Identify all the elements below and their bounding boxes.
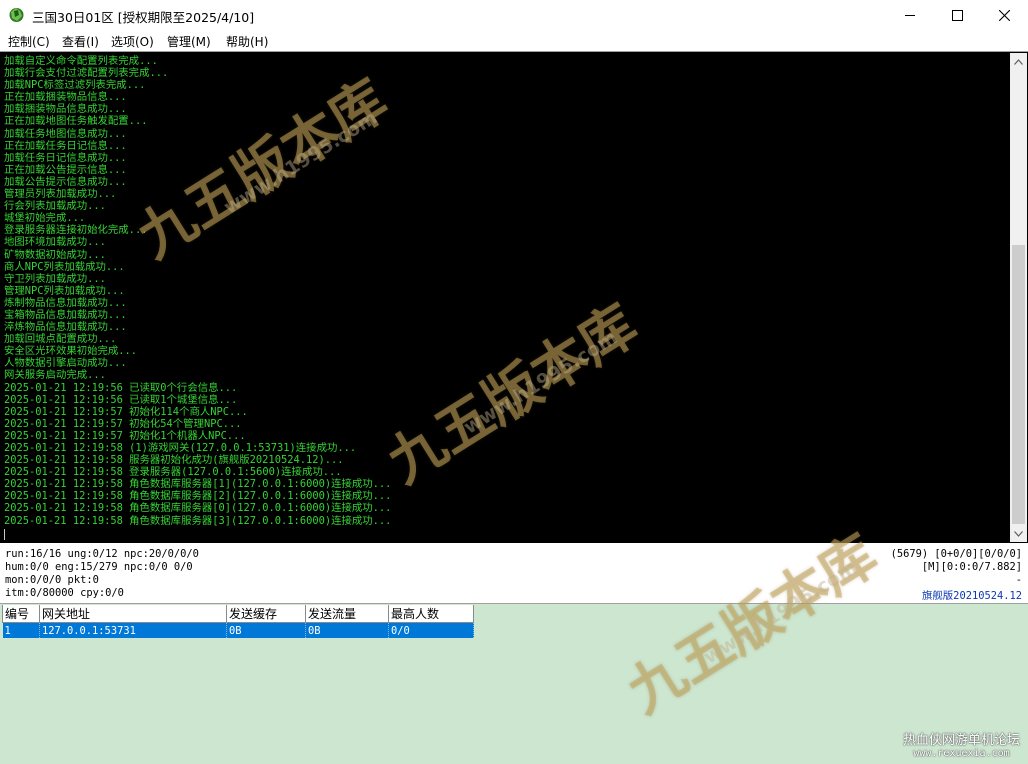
menu-bar: 控制(C) 查看(I) 选项(O) 管理(M) 帮助(H) bbox=[0, 30, 1028, 51]
cell-send-cache: 0B bbox=[226, 622, 306, 638]
console-line: 安全区光环效果初始完成... bbox=[4, 345, 138, 358]
status-connections: (5679) [0+0/0][0/0/0] bbox=[890, 548, 1022, 560]
menu-control[interactable]: 控制(C) bbox=[8, 33, 50, 50]
console-line: 正在加载捆装物品信息... bbox=[4, 91, 127, 104]
console-line: 正在加载任务日记信息... bbox=[4, 139, 127, 152]
console-line: 加载自定义命令配置列表完成... bbox=[4, 55, 158, 67]
vertical-scrollbar[interactable] bbox=[1010, 53, 1027, 542]
col-id[interactable]: 编号 bbox=[2, 605, 40, 623]
maximize-icon bbox=[951, 9, 963, 21]
console-panel: 加载自定义命令配置列表完成... 加载行会支付过滤配置列表完成... 加载NPC标签… bbox=[0, 51, 1028, 543]
console-line: 2025-01-21 12:19:57 初始化54个管理NPC... bbox=[4, 417, 242, 430]
console-line: 2025-01-21 12:19:57 初始化1个机器人NPC... bbox=[4, 429, 246, 442]
console-line: 2025-01-21 12:19:56 已读取1个城堡信息... bbox=[4, 393, 238, 406]
minimize-icon bbox=[905, 15, 915, 16]
menu-help[interactable]: 帮助(H) bbox=[226, 33, 268, 50]
maximize-button[interactable] bbox=[934, 0, 980, 30]
console-line: 加载任务地图信息成功... bbox=[4, 127, 127, 140]
cell-max-users: 0/0 bbox=[388, 622, 474, 638]
cell-address: 127.0.0.1:53731 bbox=[39, 622, 227, 638]
console-line: 登录服务器连接初始化完成... bbox=[4, 224, 148, 237]
app-icon bbox=[8, 6, 25, 23]
status-hum: hum:0/0 eng:15/279 npc:0/0 0/0 bbox=[5, 561, 193, 573]
console-line: 加载任务日记信息成功... bbox=[4, 151, 127, 164]
chevron-up-icon bbox=[1014, 58, 1023, 65]
console-line: 2025-01-21 12:19:58 (1)游戏网关(127.0.0.1:53… bbox=[4, 442, 357, 454]
console-line: 2025-01-21 12:19:58 服务器初始化成功(旗舰版20210524… bbox=[4, 454, 344, 467]
status-dash: - bbox=[1015, 574, 1022, 586]
col-address[interactable]: 网关地址 bbox=[39, 605, 227, 623]
console-line: 地图环境加载成功... bbox=[4, 236, 106, 249]
table-row[interactable]: 1 127.0.0.1:53731 0B 0B 0/0 bbox=[2, 622, 474, 638]
menu-options[interactable]: 选项(O) bbox=[111, 33, 154, 50]
corner-watermark-name: 热血侠网游单机论坛 bbox=[902, 733, 1020, 748]
console-line: 2025-01-21 12:19:58 角色数据库服务器[0](127.0.0.… bbox=[4, 502, 392, 515]
console-line: 行会列表加载成功... bbox=[4, 200, 106, 213]
console-line: 2025-01-21 12:19:57 初始化114个商人NPC... bbox=[4, 405, 248, 418]
console-line: 加载捆装物品信息成功... bbox=[4, 103, 127, 116]
console-line: 加载公告提示信息成功... bbox=[4, 175, 127, 188]
table-header-row: 编号 网关地址 发送缓存 发送流量 最高人数 bbox=[2, 605, 474, 623]
console-line: 2025-01-21 12:19:58 登录服务器(127.0.0.1:5600… bbox=[4, 466, 342, 479]
chevron-down-icon bbox=[1014, 530, 1023, 537]
status-panel: run:16/16 ung:0/12 npc:20/0/0/0 hum:0/0 … bbox=[0, 543, 1028, 603]
col-send-traffic[interactable]: 发送流量 bbox=[305, 605, 389, 623]
console-log[interactable]: 加载自定义命令配置列表完成... 加载行会支付过滤配置列表完成... 加载NPC标签… bbox=[4, 55, 1006, 541]
console-line: 2025-01-21 12:19:58 角色数据库服务器[1](127.0.0.… bbox=[4, 478, 392, 491]
console-line: 2025-01-21 12:19:58 角色数据库服务器[3](127.0.0.… bbox=[4, 514, 392, 527]
status-memory: [M][0:0:0/7.882] bbox=[921, 561, 1022, 573]
console-line: 淬炼物品信息加载成功... bbox=[4, 321, 127, 334]
console-line: 炼制物品信息加载成功... bbox=[4, 296, 127, 309]
cell-send-traffic: 0B bbox=[305, 622, 389, 638]
scroll-up-button[interactable] bbox=[1010, 53, 1027, 70]
corner-watermark: 热血侠网游单机论坛 www.rexuexia.com bbox=[903, 729, 1020, 759]
console-line: 2025-01-21 12:19:56 已读取0个行会信息... bbox=[4, 381, 238, 394]
console-line: 2025-01-21 12:19:58 角色数据库服务器[2](127.0.0.… bbox=[4, 490, 392, 503]
status-run: run:16/16 ung:0/12 npc:20/0/0/0 bbox=[5, 548, 199, 560]
corner-watermark-url: www.rexuexia.com bbox=[913, 748, 1010, 759]
status-edition: 旗舰版20210524.12 bbox=[922, 590, 1022, 602]
console-line: 人物数据引擎启动成功... bbox=[4, 357, 127, 370]
window-title: 三国30日01区 [授权期限至2025/4/10] bbox=[32, 10, 255, 25]
console-line: 商人NPC列表加载成功... bbox=[4, 260, 125, 273]
col-max-users[interactable]: 最高人数 bbox=[388, 605, 474, 623]
console-line: 管理NPC列表加载成功... bbox=[4, 284, 125, 297]
console-line: 加载行会支付过滤配置列表完成... bbox=[4, 67, 169, 80]
console-line: 守卫列表加载成功... bbox=[4, 272, 106, 285]
console-line: 矿物数据初始成功... bbox=[4, 248, 106, 261]
status-itm: itm:0/80000 cpy:0/0 bbox=[5, 587, 124, 599]
col-send-cache[interactable]: 发送缓存 bbox=[226, 605, 306, 623]
scroll-down-button[interactable] bbox=[1010, 525, 1027, 542]
scroll-thumb[interactable] bbox=[1012, 245, 1025, 524]
gateway-list-panel: 编号 网关地址 发送缓存 发送流量 最高人数 1 127.0.0.1:53731… bbox=[0, 603, 1028, 764]
gateway-table: 编号 网关地址 发送缓存 发送流量 最高人数 1 127.0.0.1:53731… bbox=[2, 605, 474, 638]
minimize-button[interactable] bbox=[887, 0, 933, 30]
console-line: 网关服务启动完成... bbox=[4, 369, 106, 382]
console-line: 管理员列表加载成功... bbox=[4, 188, 117, 201]
console-line: 加载NPC标签过滤列表完成... bbox=[4, 79, 146, 92]
menu-manage[interactable]: 管理(M) bbox=[167, 33, 211, 50]
title-bar: 三国30日01区 [授权期限至2025/4/10] bbox=[0, 0, 1028, 30]
cell-id: 1 bbox=[2, 622, 40, 638]
console-line: 加载回城点配置成功... bbox=[4, 333, 117, 346]
menu-view[interactable]: 查看(I) bbox=[62, 33, 99, 50]
console-line: 宝箱物品信息加载成功... bbox=[4, 308, 127, 321]
console-line: 正在加载地图任务触发配置... bbox=[4, 115, 148, 128]
console-line: 城堡初始完成... bbox=[4, 212, 86, 225]
console-line: 正在加载公告提示信息... bbox=[4, 163, 127, 176]
text-caret bbox=[4, 528, 5, 540]
close-icon bbox=[998, 9, 1010, 21]
close-button[interactable] bbox=[981, 0, 1027, 30]
status-mon: mon:0/0/0 pkt:0 bbox=[5, 574, 99, 586]
